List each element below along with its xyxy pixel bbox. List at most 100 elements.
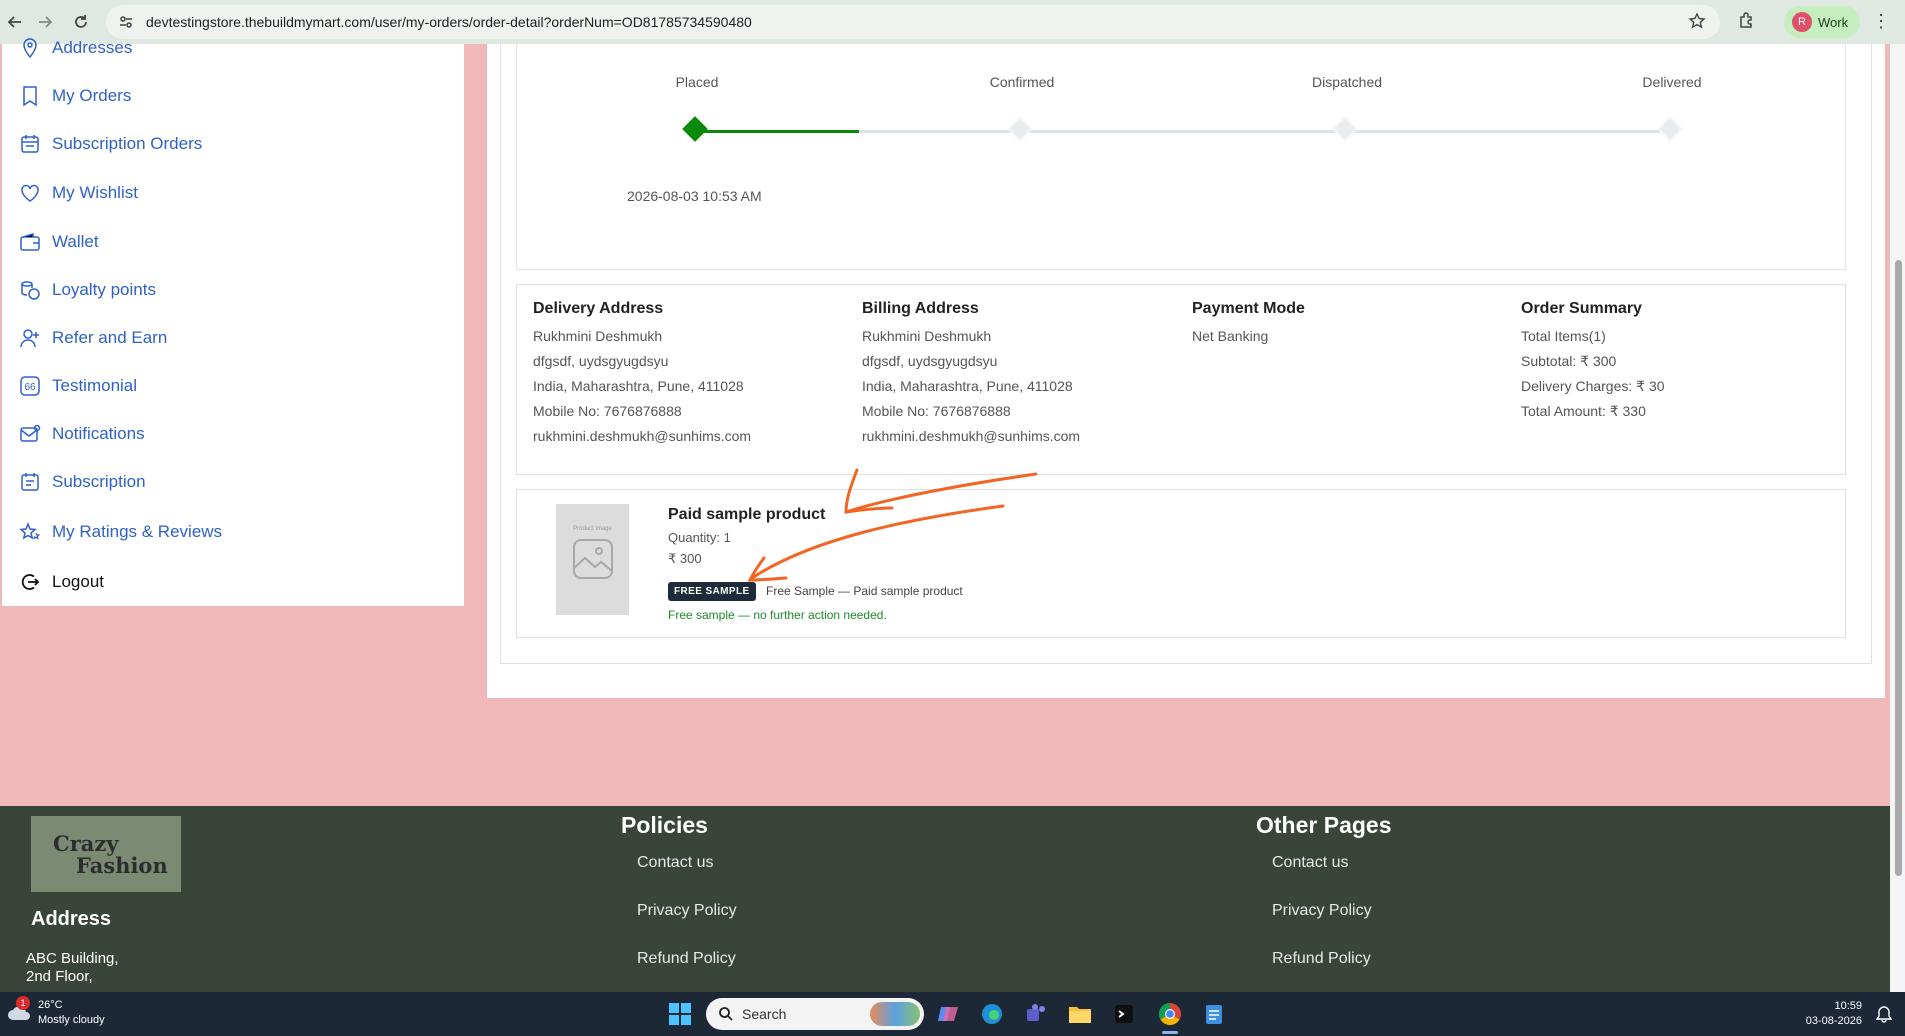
billing-name: Rukhmini Deshmukh [862,328,992,344]
sidebar-item-loyalty-points[interactable]: Loyalty points [18,278,156,302]
step-label-confirmed: Confirmed [989,74,1055,90]
sidebar-item-subscription[interactable]: Subscription [18,470,146,494]
calendar-icon [21,135,39,153]
sidebar-item-label: Notifications [52,424,145,443]
footer-policies-privacy[interactable]: Privacy Policy [637,902,737,920]
billing-line2: India, Maharashtra, Pune, 411028 [862,378,1073,394]
sidebar-item-label: My Wishlist [52,183,138,202]
order-summary: Order Summary Total Items(1) Subtotal: ₹… [1521,300,1665,424]
footer-address-line-1: ABC Building, [26,950,119,967]
clock-date: 03-08-2026 [1805,1015,1862,1027]
scrollbar-thumb[interactable] [1895,260,1902,876]
sidebar-item-logout[interactable]: Logout [18,570,104,594]
footer-policies-contact[interactable]: Contact us [637,854,713,872]
teams-icon[interactable] [1022,1000,1050,1028]
notepad-icon[interactable] [1200,1000,1228,1028]
terminal-app-icon[interactable] [1110,1000,1138,1028]
sidebar-item-my-wishlist[interactable]: My Wishlist [18,181,138,205]
product-image[interactable]: Product image [556,504,629,615]
sidebar-item-label: Addresses [52,38,133,57]
search-highlight-icon [870,1002,920,1026]
extensions-icon[interactable] [1737,11,1757,36]
site-info-icon[interactable] [118,14,136,30]
taskbar-search[interactable]: Search [706,998,924,1030]
reload-icon[interactable] [66,7,96,37]
summary-total-items: Total Items(1) [1521,328,1606,344]
footer-other-privacy[interactable]: Privacy Policy [1272,902,1372,920]
wallet-icon [20,232,40,251]
weather-temp: 26°C [38,999,63,1011]
sidebar-item-addresses[interactable]: Addresses [18,36,132,60]
coins-icon [21,281,40,300]
step-label-dispatched: Dispatched [1311,74,1383,90]
avatar: R [1792,12,1812,32]
url-text[interactable]: devtestingstore.thebuildmymart.com/user/… [146,14,752,30]
address-bar[interactable]: devtestingstore.thebuildmymart.com/user/… [106,5,1720,39]
free-sample-status: Free sample — no further action needed. [668,608,887,622]
step-label-placed: Placed [675,74,719,90]
sidebar-item-label: Subscription [52,472,146,491]
sidebar-item-wallet[interactable]: Wallet [18,230,99,254]
windows-start-icon[interactable] [666,1000,694,1028]
quote-icon: 66 [20,376,40,396]
delivery-line1: dfgsdf, uydsgyugdsyu [533,353,669,369]
billing-mobile: Mobile No: 7676876888 [862,403,1011,419]
summary-total-amount: Total Amount: ₹ 330 [1521,403,1646,419]
step-label-delivered: Delivered [1642,74,1702,90]
footer-address-line-2: 2nd Floor, [26,968,93,985]
profile-label: Work [1818,14,1849,30]
sidebar-item-label: My Ratings & Reviews [52,522,223,541]
brand-logo[interactable]: Crazy Fashion [31,816,181,892]
sidebar-item-label: Refer and Earn [52,328,168,347]
taskbar-clock[interactable]: 10:59 03-08-2026 [1798,999,1862,1029]
edge-browser-icon[interactable] [978,1000,1006,1028]
stars-icon [19,521,41,540]
browser-menu-icon[interactable]: ⋮ [1872,12,1890,30]
calendar-list-icon [21,473,39,491]
sidebar-item-refer-and-earn[interactable]: Refer and Earn [18,326,167,350]
profile-button[interactable]: R Work [1784,6,1860,38]
sidebar-item-subscription-orders[interactable]: Subscription Orders [18,132,202,156]
free-sample-note: Free Sample — Paid sample product [766,584,963,598]
notification-bell-icon[interactable] [1870,1000,1898,1028]
payment-mode: Payment Mode Net Banking [1192,300,1305,349]
logout-icon [21,574,40,590]
sidebar-item-label: Logout [52,572,104,591]
delivery-mobile: Mobile No: 7676876888 [533,403,682,419]
copilot-icon[interactable] [934,1000,962,1028]
billing-line1: dfgsdf, uydsgyugdsyu [862,353,998,369]
sidebar-item-testimonial[interactable]: 66 Testimonial [18,374,137,398]
sidebar-item-label: Testimonial [52,376,138,395]
sidebar-item-notifications[interactable]: Notifications [18,422,145,446]
forward-icon[interactable] [30,7,60,37]
delivery-address-title: Delivery Address [533,300,664,317]
weather-notification-badge: 1 [16,996,30,1010]
sidebar-item-ratings-reviews[interactable]: My Ratings & Reviews [18,520,222,544]
back-icon[interactable] [0,7,30,37]
sidebar-item-my-orders[interactable]: My Orders [18,84,131,108]
sidebar-item-label: Subscription Orders [52,134,203,153]
delivery-address: Delivery Address Rukhmini Deshmukh dfgsd… [533,300,751,449]
footer-other-contact[interactable]: Contact us [1272,854,1348,872]
footer-other-refund[interactable]: Refund Policy [1272,950,1371,968]
product-name[interactable]: Paid sample product [668,506,825,524]
bookmark-star-icon[interactable] [1688,12,1706,35]
chrome-icon[interactable] [1156,1000,1184,1028]
footer-address: ABC Building, 2nd Floor, [26,950,119,986]
logo-line-2: Fashion [76,853,168,878]
svg-text:66: 66 [24,382,36,393]
clock-time: 10:59 [1834,1000,1862,1012]
footer-policies-title: Policies [621,812,708,838]
product-quantity: Quantity: 1 [668,530,731,545]
file-explorer-icon[interactable] [1066,1000,1094,1028]
site-footer [0,806,1890,992]
sidebar-item-label: My Orders [52,86,132,105]
payment-mode-title: Payment Mode [1192,300,1305,317]
footer-address-title: Address [31,908,112,930]
order-summary-title: Order Summary [1521,300,1642,317]
weather-desc: Mostly cloudy [38,1014,105,1026]
delivery-line2: India, Maharashtra, Pune, 411028 [533,378,744,394]
product-image-placeholder-text: Product image [573,526,612,532]
footer-policies-refund[interactable]: Refund Policy [637,950,736,968]
placed-date: 2026-08-03 10:53 AM [627,188,762,204]
